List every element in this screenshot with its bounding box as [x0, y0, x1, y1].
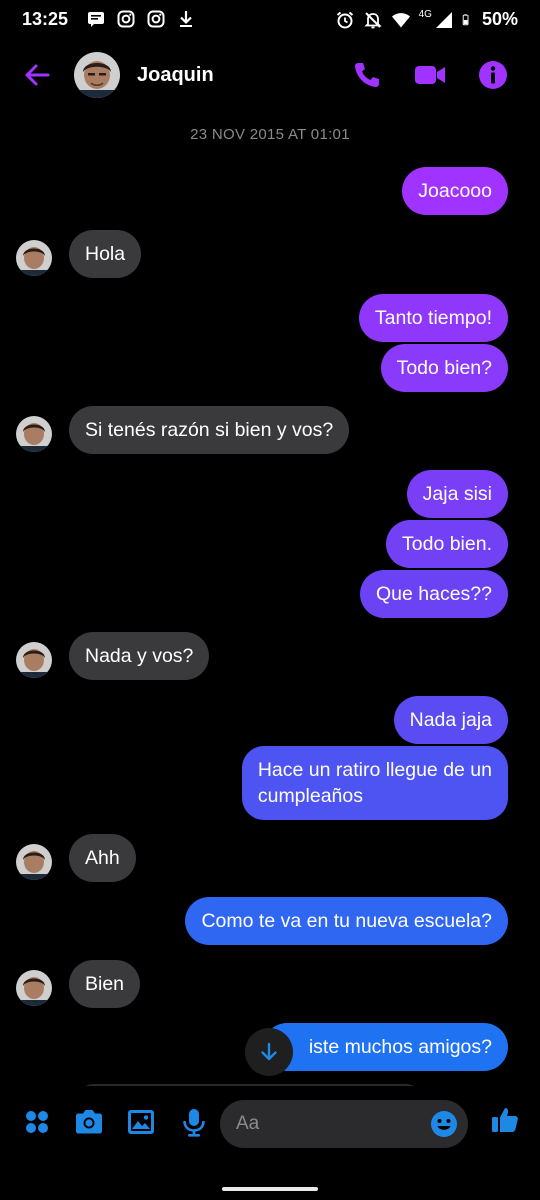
download-icon [180, 11, 192, 27]
incoming-message[interactable]: Bien [69, 960, 141, 1008]
contact-avatar-small[interactable] [16, 416, 52, 452]
outgoing-message[interactable]: Todo bien? [380, 344, 508, 392]
message-line: Hace un ratiro llegue de un [257, 759, 492, 781]
apps-icon[interactable] [21, 1106, 53, 1138]
camera-icon[interactable] [73, 1106, 105, 1138]
battery-icon [462, 13, 469, 25]
video-camera-icon[interactable] [413, 58, 447, 92]
back-arrow-icon[interactable] [20, 58, 54, 92]
wifi-icon [391, 12, 410, 27]
contact-avatar-small[interactable] [16, 970, 52, 1006]
message-composer: Aa [0, 1086, 540, 1164]
avatar-photo [16, 240, 52, 276]
network-type: 4G [418, 9, 432, 20]
conversation-header: Joaquin [0, 40, 540, 110]
conversation-timestamp: 23 NOV 2015 AT 01:01 [190, 126, 350, 143]
outgoing-message[interactable]: Hace un ratiro llegue de un cumpleaños [241, 746, 508, 820]
phone-icon[interactable] [350, 58, 384, 92]
messages-notification-icon [88, 12, 104, 27]
message-line: cumpleaños [257, 785, 363, 807]
outgoing-message[interactable]: Joacooo [402, 167, 508, 215]
instagram-icon [117, 10, 135, 28]
contact-avatar-small[interactable] [16, 642, 52, 678]
alarm-icon [336, 11, 353, 28]
notifications-off-icon [363, 11, 382, 28]
incoming-message[interactable]: Hola [69, 230, 142, 278]
contact-avatar-small[interactable] [16, 240, 52, 276]
gallery-icon[interactable] [125, 1106, 157, 1138]
contact-avatar-small[interactable] [16, 844, 52, 880]
status-time: 13:25 [22, 9, 69, 29]
contact-name[interactable]: Joaquin [137, 64, 214, 87]
message-input-placeholder: Aa [236, 1113, 260, 1134]
thumbs-up-icon[interactable] [489, 1104, 521, 1136]
info-icon[interactable] [476, 58, 510, 92]
incoming-message[interactable]: Si tenés razón si bien y vos? [69, 406, 350, 454]
message-input[interactable]: Aa [220, 1100, 468, 1148]
notification-icons [86, 9, 196, 29]
outgoing-message[interactable]: Tanto tiempo! [358, 294, 508, 342]
arrow-down-icon [261, 1042, 277, 1061]
signal-icon [435, 11, 452, 28]
outgoing-message[interactable]: iste muchos amigos? [262, 1023, 508, 1071]
outgoing-message[interactable]: Jaja sisi [406, 470, 508, 518]
incoming-message[interactable]: Nada y vos? [69, 632, 210, 680]
outgoing-message[interactable]: Nada jaja [393, 696, 508, 744]
emoji-icon[interactable] [430, 1110, 458, 1138]
status-bar: 13:25 4G 50% [0, 0, 540, 40]
outgoing-message[interactable]: Que haces?? [359, 570, 508, 618]
incoming-message[interactable]: Ahh [69, 834, 136, 882]
avatar-photo [16, 416, 52, 452]
avatar-photo [16, 970, 52, 1006]
outgoing-message[interactable]: Todo bien. [386, 520, 508, 568]
outgoing-message[interactable]: Como te va en tu nueva escuela? [185, 897, 508, 945]
battery-percent: 50% [481, 9, 518, 29]
scroll-to-bottom-button[interactable] [245, 1028, 293, 1076]
message-list[interactable]: 23 NOV 2015 AT 01:01 Joacooo Hola Tanto … [0, 110, 540, 1086]
avatar-photo [16, 844, 52, 880]
contact-avatar[interactable] [74, 52, 120, 98]
avatar-photo [74, 52, 120, 98]
system-icons: 4G 50% [335, 9, 518, 30]
microphone-icon[interactable] [178, 1106, 210, 1138]
instagram-icon [147, 10, 165, 28]
home-indicator[interactable] [222, 1187, 318, 1191]
avatar-photo [16, 642, 52, 678]
